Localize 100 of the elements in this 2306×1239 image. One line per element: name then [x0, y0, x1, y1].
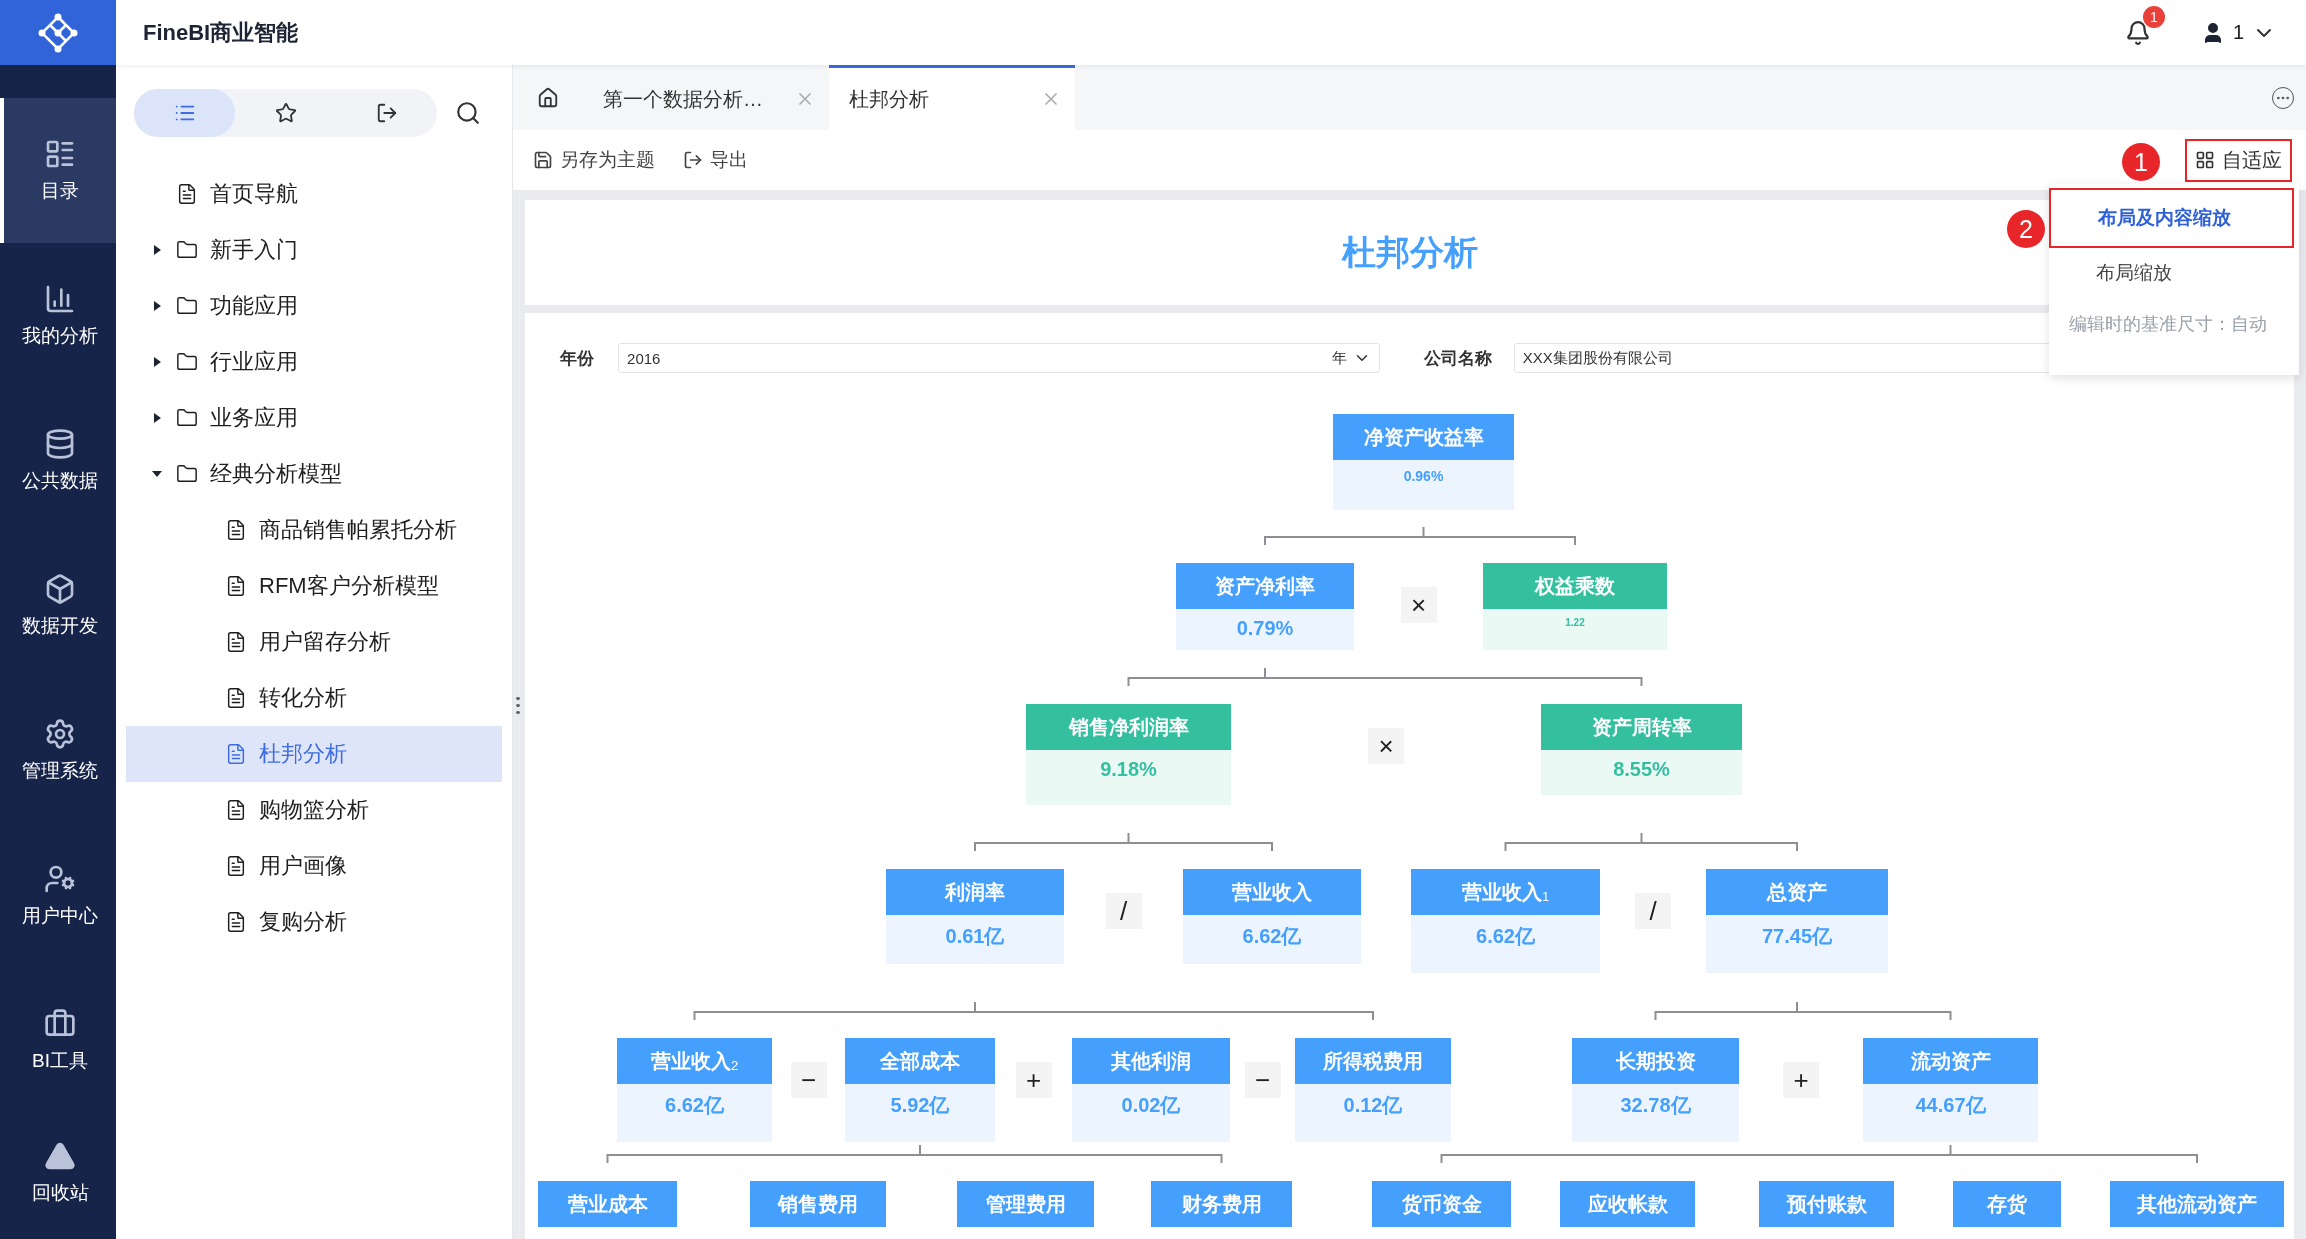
- filter-label: 公司名称: [1423, 347, 1493, 370]
- cube-icon: [44, 572, 76, 605]
- metric-title: 财务费用: [1151, 1181, 1292, 1227]
- nav-item[interactable]: BI工具: [0, 968, 116, 1113]
- nav-item[interactable]: 数据开发: [0, 533, 116, 678]
- operator-sign: +: [1015, 1062, 1052, 1098]
- save-icon: [533, 150, 553, 170]
- search-button[interactable]: [455, 100, 481, 126]
- metric-value: 6.62亿: [1411, 915, 1600, 973]
- tree-item[interactable]: 新手入门: [126, 222, 502, 278]
- metric-title: 营业收入$_{1}$: [1411, 869, 1600, 915]
- operator-sign: −: [1244, 1062, 1281, 1098]
- export-icon: [683, 150, 703, 170]
- bell-icon[interactable]: [2124, 19, 2151, 46]
- tree-item[interactable]: 转化分析: [126, 670, 502, 726]
- caret-icon: [152, 471, 162, 477]
- document-icon: [225, 855, 247, 877]
- database-icon: [44, 427, 76, 460]
- metric-title: 长期投资: [1572, 1038, 1739, 1084]
- tree-item[interactable]: 用户画像: [126, 838, 502, 894]
- tree-item[interactable]: 首页导航: [126, 166, 502, 222]
- tree-item[interactable]: 业务应用: [126, 390, 502, 446]
- report-title: 杜邦分析: [1341, 231, 1478, 273]
- metric-value: 0.02亿: [1072, 1084, 1230, 1142]
- folder-icon: [176, 351, 198, 373]
- operator-sign: ×: [1368, 728, 1404, 764]
- tree-item[interactable]: 杜邦分析: [126, 726, 502, 782]
- star-icon: [274, 102, 297, 124]
- caret-icon: [153, 301, 161, 311]
- nav-item[interactable]: 管理系统: [0, 678, 116, 823]
- toolbar-button[interactable]: 另存为主题: [533, 147, 655, 173]
- operator-sign: −: [790, 1062, 827, 1098]
- toolbar-button[interactable]: 导出: [683, 147, 748, 173]
- metric-title: 管理费用: [957, 1181, 1094, 1227]
- metric-title: 权益乘数: [1483, 563, 1667, 609]
- menu-item[interactable]: 布局缩放: [2049, 248, 2299, 298]
- metric-title: 预付账款: [1759, 1181, 1894, 1227]
- document-icon: [225, 911, 247, 933]
- metric-title: 营业收入: [1183, 869, 1361, 915]
- fit-button[interactable]: 自适应: [2187, 140, 2290, 180]
- metric-value: 44.67亿: [1863, 1084, 2038, 1142]
- document-icon: [225, 799, 247, 821]
- filter-field[interactable]: 2016 年: [618, 343, 1380, 373]
- caret-icon: [153, 413, 161, 423]
- caret-icon: [153, 245, 161, 255]
- metric-value: 9.18%: [1026, 750, 1231, 805]
- metric-title: 资产周转率: [1541, 704, 1742, 750]
- metric-title: 营业收入$_{2}$: [617, 1038, 772, 1084]
- metric-value: 0.61亿: [886, 915, 1064, 964]
- metric-value: 32.78亿: [1572, 1084, 1739, 1142]
- metric-title: 其他利润: [1072, 1038, 1230, 1084]
- document-icon: [225, 519, 247, 541]
- metric-value: 1.22: [1483, 609, 1667, 650]
- tree-item[interactable]: 功能应用: [126, 278, 502, 334]
- document-icon: [225, 687, 247, 709]
- folder-icon: [176, 295, 198, 317]
- nav-item[interactable]: 公共数据: [0, 388, 116, 533]
- metric-title: 流动资产: [1863, 1038, 2038, 1084]
- operator-sign: /: [1105, 893, 1142, 929]
- metric-title: 所得税费用: [1295, 1038, 1451, 1084]
- document-icon: [225, 631, 247, 653]
- folder-icon: [176, 407, 198, 429]
- grid-icon: [2195, 150, 2215, 170]
- tree-item[interactable]: 商品销售帕累托分析: [126, 502, 502, 558]
- tree-item[interactable]: 用户留存分析: [126, 614, 502, 670]
- home-icon: [537, 86, 559, 109]
- drag-handle-icon[interactable]: [516, 695, 520, 717]
- operator-sign: +: [1783, 1062, 1819, 1098]
- gear-icon: [44, 717, 76, 750]
- menu-note: 编辑时的基准尺寸：自动: [2068, 313, 2268, 336]
- metric-title: 资产净利率: [1176, 563, 1354, 609]
- tree-item[interactable]: 复购分析: [126, 894, 502, 950]
- metric-title: 存货: [1953, 1181, 2061, 1227]
- app-title: FineBI商业智能: [143, 18, 299, 47]
- metric-value: 6.62亿: [1183, 915, 1361, 964]
- filter-label: 年份: [560, 347, 595, 370]
- metric-title: 销售净利润率: [1026, 704, 1231, 750]
- metric-value: 0.96%: [1333, 460, 1514, 510]
- metric-value: 0.79%: [1176, 609, 1354, 650]
- nav-item[interactable]: 用户中心: [0, 823, 116, 968]
- tree-item[interactable]: 行业应用: [126, 334, 502, 390]
- metric-title: 总资产: [1706, 869, 1888, 915]
- triangle-icon: [44, 1140, 76, 1172]
- tab[interactable]: 杜邦分析: [829, 65, 1075, 130]
- metric-title: 利润率: [886, 869, 1064, 915]
- nav-item[interactable]: 回收站: [0, 1113, 116, 1233]
- nav-item[interactable]: 目录: [0, 98, 116, 243]
- document-icon: [176, 183, 198, 205]
- metric-title: 应收帐款: [1560, 1181, 1695, 1227]
- notification-badge: 1: [2142, 5, 2165, 28]
- user-name[interactable]: 1: [2232, 21, 2244, 44]
- tree-item[interactable]: RFM客户分析模型: [126, 558, 502, 614]
- metric-value: 6.62亿: [617, 1084, 772, 1142]
- tree-item[interactable]: 经典分析模型: [126, 446, 502, 502]
- tree-item[interactable]: 购物篮分析: [126, 782, 502, 838]
- folder-icon: [176, 463, 198, 485]
- metric-value: 0.12亿: [1295, 1084, 1451, 1142]
- menu-item[interactable]: 布局及内容缩放: [2051, 190, 2292, 246]
- document-icon: [225, 575, 247, 597]
- nav-item[interactable]: 我的分析: [0, 243, 116, 388]
